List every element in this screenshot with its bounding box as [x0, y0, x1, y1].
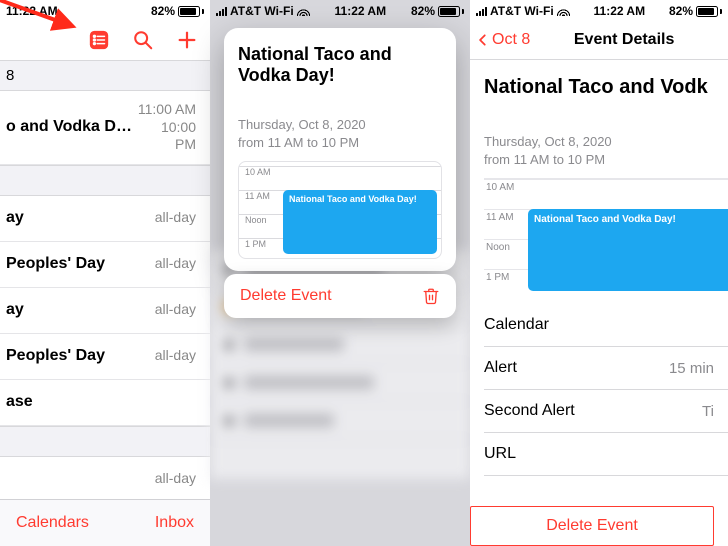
status-battery-pct: 82% — [411, 4, 435, 18]
battery-icon — [696, 6, 722, 17]
battery-icon — [438, 6, 464, 17]
day-header: 8 — [0, 60, 210, 91]
inbox-button[interactable]: Inbox — [155, 514, 194, 532]
mini-timeline: 10 AM 11 AM Noon 1 PM National Taco and … — [484, 178, 728, 296]
event-row[interactable]: Peoples' Dayall-day — [0, 242, 210, 288]
carrier-label: AT&T Wi-Fi — [230, 4, 294, 18]
search-icon[interactable] — [132, 29, 154, 51]
status-bar: AT&T Wi-Fi 11:22 AM 82% — [470, 0, 728, 20]
nav-bar: Oct 8 Event Details — [470, 20, 728, 60]
event-details-body[interactable]: National Taco and Vodk Thursday, Oct 8, … — [470, 60, 728, 488]
trash-icon — [422, 287, 440, 305]
event-row[interactable]: ase — [0, 380, 210, 426]
calendars-button[interactable]: Calendars — [16, 514, 89, 532]
event-row[interactable]: o and Vodka Day! 11:00 AM 10:00 PM — [0, 91, 210, 165]
signal-icon — [476, 6, 487, 16]
event-block: National Taco and Vodka Day! — [528, 209, 728, 291]
mini-timeline: 10 AM 11 AM Noon 1 PM National Taco and … — [238, 161, 442, 259]
event-row[interactable]: ayall-day — [0, 288, 210, 334]
event-details-screen: AT&T Wi-Fi 11:22 AM 82% Oct 8 Event Deta… — [470, 0, 728, 546]
event-row[interactable]: all-day — [0, 457, 210, 500]
event-row[interactable]: ayall-day — [0, 196, 210, 242]
status-battery-pct: 82% — [669, 4, 693, 18]
list-view-icon[interactable] — [88, 29, 110, 51]
url-row[interactable]: URL — [484, 433, 728, 476]
signal-icon — [216, 6, 227, 16]
event-title: National Taco and Vodk — [484, 60, 728, 133]
event-block: National Taco and Vodka Day! — [283, 190, 437, 254]
carrier-label: AT&T Wi-Fi — [490, 4, 554, 18]
day-header — [0, 426, 210, 457]
status-bar: 11:22 AM 82% — [0, 0, 210, 20]
day-header — [0, 165, 210, 196]
nav-title: Event Details — [532, 31, 722, 49]
calendar-row[interactable]: Calendar — [484, 304, 728, 347]
add-event-icon[interactable] — [176, 29, 198, 51]
alert-row[interactable]: Alert15 min — [484, 347, 728, 390]
delete-event-label: Delete Event — [240, 287, 332, 305]
calendar-toolbar — [0, 20, 210, 60]
wifi-icon — [557, 6, 570, 16]
event-subtitle: Thursday, Oct 8, 2020 from 11 AM to 10 P… — [484, 133, 728, 168]
status-time: 11:22 AM — [6, 4, 58, 18]
status-time: 11:22 AM — [335, 4, 387, 18]
back-button[interactable]: Oct 8 — [492, 31, 530, 49]
event-title: National Taco and Vodka Day! — [238, 44, 442, 86]
event-preview-card[interactable]: National Taco and Vodka Day! Thursday, O… — [224, 28, 456, 271]
battery-icon — [178, 6, 204, 17]
wifi-icon — [297, 6, 310, 16]
events-list[interactable]: 8 o and Vodka Day! 11:00 AM 10:00 PM aya… — [0, 60, 210, 499]
event-row[interactable]: Peoples' Dayall-day — [0, 334, 210, 380]
status-bar: AT&T Wi-Fi 11:22 AM 82% — [210, 0, 470, 20]
delete-event-button[interactable]: Delete Event — [224, 274, 456, 318]
chevron-left-icon[interactable] — [476, 29, 490, 51]
second-alert-row[interactable]: Second AlertTi — [484, 390, 728, 433]
calendar-list-screen: 11:22 AM 82% 8 o and Vodka Day! 11:00 AM… — [0, 0, 210, 546]
event-subtitle: Thursday, Oct 8, 2020 from 11 AM to 10 P… — [238, 116, 442, 151]
status-battery-pct: 82% — [151, 4, 175, 18]
event-context-menu-screen: AT&T Wi-Fi 11:22 AM 82% National Taco an… — [210, 0, 470, 546]
calendar-footer: Calendars Inbox — [0, 499, 210, 546]
status-time: 11:22 AM — [594, 4, 646, 18]
delete-event-button[interactable]: Delete Event — [470, 506, 714, 546]
